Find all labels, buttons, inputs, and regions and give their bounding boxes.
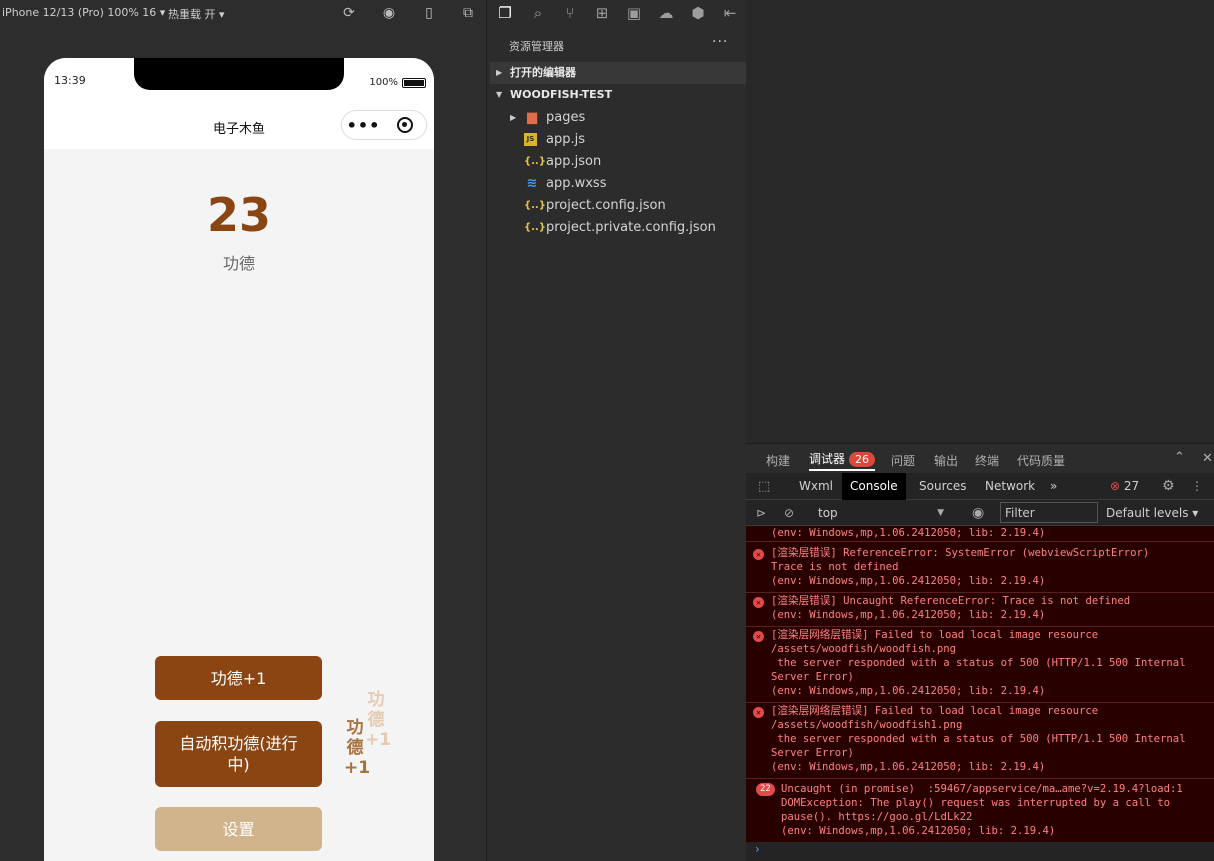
search-icon[interactable]: ⌕: [528, 3, 548, 23]
chevron-right-icon: ▶: [496, 68, 503, 77]
tab-debugger[interactable]: 调试器 26: [809, 450, 876, 471]
log-entry: (env: Windows,mp,1.06.2412050; lib: 2.19…: [746, 526, 1214, 542]
refresh-icon[interactable]: ⟳: [340, 4, 358, 22]
gear-icon[interactable]: ⚙: [1154, 473, 1183, 500]
context-select[interactable]: top ▼: [810, 500, 950, 526]
kebab-menu-icon[interactable]: ⋮: [1183, 473, 1211, 500]
json-file-icon: {..}: [524, 199, 546, 211]
tab-console[interactable]: Console: [842, 473, 906, 500]
log-entry: ✕ [渲染层错误] Uncaught ReferenceError: Trace…: [746, 594, 1214, 627]
tab-output[interactable]: 输出: [934, 452, 958, 469]
folder-icon: ▆: [527, 109, 537, 125]
repeat-count-badge: 22: [756, 783, 775, 796]
error-icon: ✕: [753, 597, 764, 608]
docker-icon[interactable]: ☁: [656, 3, 676, 23]
clear-console-icon[interactable]: ⊘: [776, 500, 802, 526]
file-item-project-private-config[interactable]: {..} project.private.config.json: [524, 216, 716, 238]
json-file-icon: {..}: [524, 221, 546, 233]
files-icon[interactable]: ❐: [495, 3, 515, 23]
chevron-right-icon: ▶: [510, 112, 517, 122]
tab-sources[interactable]: Sources: [911, 473, 974, 500]
more-actions-icon[interactable]: ···: [712, 34, 728, 50]
console-prompt[interactable]: ›: [746, 842, 1214, 861]
levels-select[interactable]: Default levels ▾: [1098, 500, 1206, 526]
sidebar-toggle-icon[interactable]: ⊳: [748, 500, 774, 526]
error-icon: ⊗: [1110, 479, 1121, 493]
simulator-toolbar: iPhone 12/13 (Pro) 100% 16 ▾ 热重载 开 ▾ ⟳ ◉…: [0, 0, 487, 26]
nav-header: 13:39 100% 电子木鱼 •••: [44, 58, 434, 149]
open-editors-section[interactable]: ▶ 打开的编辑器: [490, 62, 746, 84]
file-item-app-json[interactable]: {..} app.json: [524, 150, 601, 172]
debugger-badge: 26: [849, 452, 876, 467]
merit-count: 23: [206, 188, 271, 242]
error-icon: ✕: [753, 631, 764, 642]
project-section[interactable]: ▼ WOODFISH-TEST: [490, 84, 746, 106]
merit-label: 功德: [222, 254, 255, 273]
capsule-menu: •••: [341, 110, 427, 140]
js-file-icon: JS: [524, 132, 537, 146]
filter-input[interactable]: Filter: [1000, 502, 1098, 523]
tab-build[interactable]: 构建: [766, 452, 790, 469]
battery-text: 100%: [369, 77, 398, 88]
log-entry: ✕ [渲染层错误] ReferenceError: SystemError (w…: [746, 546, 1214, 593]
close-target-icon[interactable]: [397, 117, 413, 133]
tab-wxml[interactable]: Wxml: [791, 473, 841, 500]
floating-merit-text: 功德 +1: [365, 690, 392, 750]
collapse-panel-icon[interactable]: ⇤: [720, 3, 740, 23]
console-toolbar: ⬚ Wxml Console Sources Network » ⊗ 27 ⚙ …: [746, 473, 1214, 500]
more-dots-icon[interactable]: •••: [342, 116, 385, 135]
console-filter-bar: ⊳ ⊘ top ▼ ◉ Filter Default levels ▾: [746, 500, 1214, 526]
tab-code-quality[interactable]: 代码质量: [1017, 452, 1065, 469]
log-entry: ✕ [渲染层网络层错误] Failed to load local image …: [746, 628, 1214, 703]
status-time: 13:39: [54, 74, 86, 87]
css-file-icon: ≋: [526, 175, 538, 191]
stop-icon[interactable]: ◉: [380, 4, 398, 22]
tab-network[interactable]: Network: [977, 473, 1043, 500]
floating-merit-text: 功德 +1: [344, 718, 371, 778]
close-icon[interactable]: ✕: [1202, 451, 1213, 466]
auto-merit-button[interactable]: 自动积功德(进行中): [155, 721, 322, 787]
extensions-icon[interactable]: ⊞: [592, 3, 612, 23]
explorer-panel: ❐ ⌕ ⑂ ⊞ ▣ ☁ ⬢ ⇤ 资源管理器 ··· ▶ 打开的编辑器 ▼ WOO…: [490, 0, 746, 861]
plugin-icon[interactable]: ⬢: [688, 3, 708, 23]
battery-icon: [402, 77, 426, 88]
devtools-tabs: 构建 调试器 26 问题 输出 终端 代码质量 ⌃ ✕: [746, 443, 1214, 473]
phone-notch: [134, 58, 344, 90]
log-entry: 22 Uncaught (in promise) :59467/appservi…: [746, 782, 1214, 842]
file-item-app-wxss[interactable]: ≋ app.wxss: [524, 172, 607, 194]
error-count[interactable]: ⊗ 27: [1102, 473, 1147, 500]
tab-problems[interactable]: 问题: [891, 452, 915, 469]
settings-button[interactable]: 设置: [155, 807, 322, 851]
phone-icon[interactable]: ▯: [420, 4, 438, 22]
log-entry: ✕ [渲染层网络层错误] Failed to load local image …: [746, 704, 1214, 779]
battery-status: 100%: [369, 77, 426, 88]
file-item-pages[interactable]: ▶ ▆ pages: [510, 106, 585, 128]
window-icon[interactable]: ▣: [624, 3, 644, 23]
explorer-title: 资源管理器: [509, 40, 564, 53]
source-control-icon[interactable]: ⑂: [560, 3, 580, 23]
console-log: (env: Windows,mp,1.06.2412050; lib: 2.19…: [746, 526, 1214, 842]
file-item-project-config[interactable]: {..} project.config.json: [524, 194, 666, 216]
tab-terminal[interactable]: 终端: [975, 452, 999, 469]
simulator-panel: iPhone 12/13 (Pro) 100% 16 ▾ 热重载 开 ▾ ⟳ ◉…: [0, 0, 487, 861]
eye-icon[interactable]: ◉: [964, 500, 992, 526]
merit-plus-button[interactable]: 功德+1: [155, 656, 322, 700]
hot-reload-toggle[interactable]: 热重载 开 ▾: [168, 6, 225, 22]
file-item-app-js[interactable]: JS app.js: [524, 128, 585, 150]
chevron-down-icon: ▼: [496, 90, 503, 99]
inspect-icon[interactable]: ⬚: [750, 473, 778, 500]
popout-icon[interactable]: ⧉: [459, 4, 477, 22]
device-select[interactable]: iPhone 12/13 (Pro) 100% 16 ▾: [2, 6, 165, 19]
error-icon: ✕: [753, 549, 764, 560]
phone-screen: 13:39 100% 电子木鱼 ••• 23 功德 功德+1 自动积功德(进行中…: [44, 58, 434, 861]
error-icon: ✕: [753, 707, 764, 718]
activity-bar: ❐ ⌕ ⑂ ⊞ ▣ ☁ ⬢ ⇤: [490, 0, 746, 26]
more-tabs-icon[interactable]: »: [1042, 473, 1065, 500]
chevron-up-icon[interactable]: ⌃: [1174, 450, 1185, 465]
json-file-icon: {..}: [524, 155, 546, 167]
